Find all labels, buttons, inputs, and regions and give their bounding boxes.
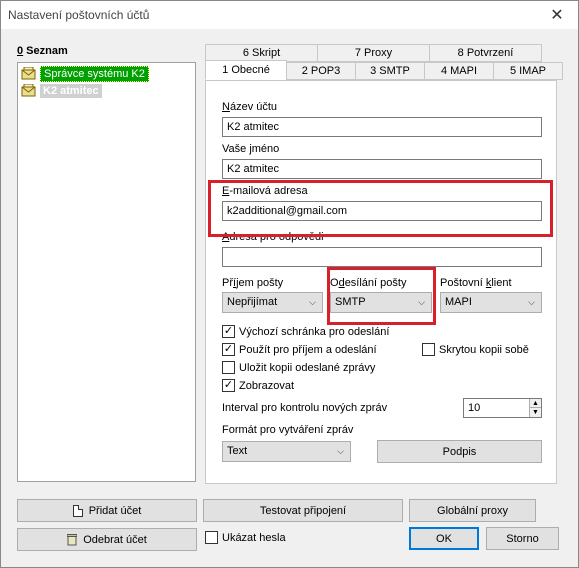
list-heading: 0 Seznam (17, 45, 68, 57)
interval-label: Interval pro kontrolu nových zpráv (222, 402, 388, 414)
mailbox-icon (21, 83, 37, 98)
show-password-checkbox[interactable]: Ukázat hesla (205, 531, 286, 544)
email-label: E-mailová adresa (222, 185, 308, 197)
tab-pop3[interactable]: 2 POP3 (286, 62, 356, 80)
cancel-button[interactable]: Storno (486, 527, 559, 550)
tab-general[interactable]: 1 Obecné (205, 60, 287, 80)
mail-client-label: Poštovní klient (440, 277, 512, 289)
interval-spinner[interactable]: 10 ▲ ▼ (463, 398, 542, 418)
tab-confirmation[interactable]: 8 Potvrzení (429, 44, 542, 62)
new-document-icon (72, 504, 83, 517)
display-checkbox[interactable]: ✓ Zobrazovat (222, 379, 294, 392)
trash-icon (67, 533, 78, 546)
title-bar: Nastavení poštovních účtů ✕ (0, 0, 579, 30)
send-mail-label: Odesílání pošty (330, 277, 407, 289)
chevron-down-icon: ⌵ (337, 446, 344, 456)
tree-item-admin[interactable]: Správce systému K2 (21, 66, 149, 82)
tree-item-k2-atmitec[interactable]: K2 atmitec (21, 83, 102, 99)
chevron-down-icon: ⌵ (418, 297, 425, 307)
remove-account-button[interactable]: Odebrat účet (17, 528, 197, 551)
mailbox-icon (21, 66, 37, 81)
send-mail-select[interactable]: SMTP ⌵ (330, 292, 432, 313)
reply-address-input[interactable] (222, 247, 542, 267)
receive-mail-label: Příjem pošty (222, 277, 284, 289)
spinner-down-icon[interactable]: ▼ (529, 408, 541, 417)
checkmark-icon: ✓ (222, 379, 235, 392)
ok-button[interactable]: OK (409, 527, 479, 550)
account-name-input[interactable]: K2 atmitec (222, 117, 542, 137)
save-copy-checkbox[interactable]: Uložit kopii odeslané zprávy (222, 361, 375, 374)
checkmark-icon: ✓ (222, 343, 235, 356)
hidden-copy-checkbox[interactable]: Skrytou kopii sobě (422, 343, 529, 356)
global-proxy-button[interactable]: Globální proxy (409, 499, 536, 522)
spinner-up-icon[interactable]: ▲ (529, 399, 541, 408)
tab-imap[interactable]: 5 IMAP (493, 62, 563, 80)
mail-client-select[interactable]: MAPI ⌵ (440, 292, 542, 313)
add-account-button[interactable]: Přidat účet (17, 499, 197, 522)
default-mailbox-checkbox[interactable]: ✓ Výchozí schránka pro odeslání (222, 325, 389, 338)
account-name-label: Název účtu (222, 101, 278, 113)
close-icon[interactable]: ✕ (547, 5, 567, 25)
reply-address-label: Adresa pro odpovědi (222, 231, 324, 243)
chevron-down-icon: ⌵ (528, 297, 535, 307)
your-name-input[interactable]: K2 atmitec (222, 159, 542, 179)
checkmark-icon: ✓ (222, 325, 235, 338)
general-tab-panel: Název účtu K2 atmitec Vaše jméno K2 atmi… (205, 80, 557, 484)
receive-mail-select[interactable]: Nepřijímat ⌵ (222, 292, 323, 313)
tab-proxy[interactable]: 7 Proxy (317, 44, 430, 62)
format-select[interactable]: Text ⌵ (222, 441, 351, 462)
tab-row-bottom: 1 Obecné 2 POP3 3 SMTP 4 MAPI 5 IMAP (205, 60, 563, 80)
use-for-receive-checkbox[interactable]: ✓ Použít pro příjem a odeslání (222, 343, 377, 356)
test-connection-button[interactable]: Testovat připojení (203, 499, 403, 522)
account-tree[interactable]: Správce systému K2 K2 atmitec (17, 62, 196, 482)
tab-smtp[interactable]: 3 SMTP (355, 62, 425, 80)
tab-mapi[interactable]: 4 MAPI (424, 62, 494, 80)
chevron-down-icon: ⌵ (309, 297, 316, 307)
window-title: Nastavení poštovních účtů (8, 8, 150, 22)
your-name-label: Vaše jméno (222, 143, 280, 155)
email-input[interactable]: k2additional@gmail.com (222, 201, 542, 221)
format-label: Formát pro vytváření zpráv (222, 424, 354, 436)
signature-button[interactable]: Podpis (377, 440, 542, 463)
